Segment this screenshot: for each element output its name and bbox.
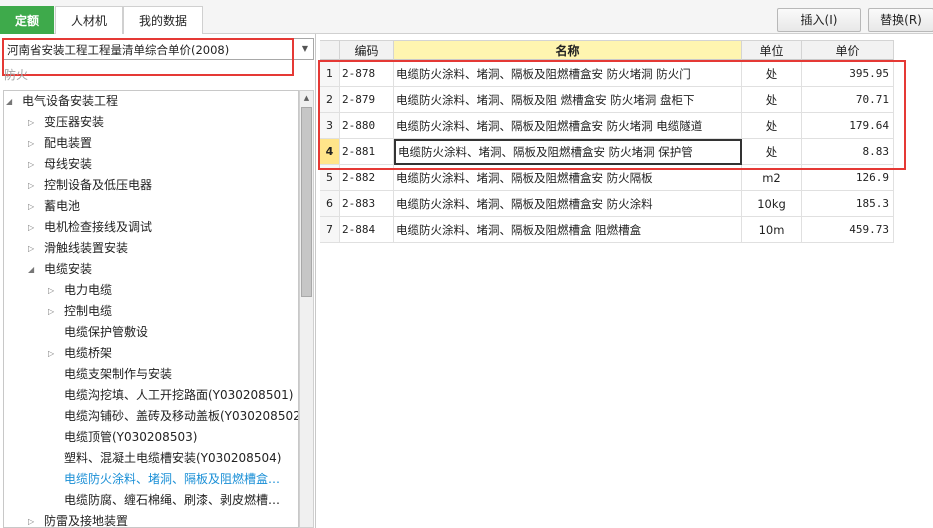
cell-code[interactable]: 2-882 — [340, 165, 394, 191]
table-row[interactable]: 1 2-878 电缆防火涂料、堵洞、隔板及阻燃槽盒安 防火堵洞 防火门处 395.95 — [320, 61, 894, 87]
header-code[interactable]: 编码 — [340, 40, 394, 60]
tree-node-label: 滑触线装置安装 — [44, 241, 129, 255]
cell-num[interactable]: 7 — [320, 217, 340, 243]
cell-code[interactable]: 2-881 — [340, 139, 394, 165]
cell-unit[interactable]: 处 — [742, 87, 802, 113]
library-select-value: 河南省安装工程工程量清单综合单价(2008) — [7, 43, 230, 57]
scroll-thumb[interactable] — [301, 107, 312, 297]
tree-node-label: 变压器安装 — [44, 115, 105, 129]
table-row[interactable]: 3 2-880 电缆防火涂料、堵洞、隔板及阻燃槽盒安 防火堵洞 电缆隧道处 179.6… — [320, 113, 894, 139]
caret-collapsed-icon[interactable]: ▷ — [28, 217, 40, 238]
cell-code[interactable]: 2-878 — [340, 61, 394, 87]
header-name[interactable]: 名称 — [394, 40, 742, 60]
tree-node-label: 电缆支架制作与安装 — [64, 367, 173, 381]
caret-expanded-icon[interactable]: ◢ — [6, 91, 18, 112]
caret-collapsed-icon[interactable]: ▷ — [28, 112, 40, 133]
tree-node-label: 母线安装 — [44, 157, 93, 171]
table-row[interactable]: 6 2-883 电缆防火涂料、堵洞、隔板及阻燃槽盒安 防火涂料 10kg 185.3 — [320, 191, 894, 217]
tree-node-label: 电缆桥架 — [64, 346, 113, 360]
cell-num[interactable]: 4 — [320, 139, 340, 165]
tree-node-label: 电缆防火涂料、堵洞、隔板及阻燃槽盒… — [64, 472, 281, 486]
cell-unit[interactable]: 处 — [742, 139, 802, 165]
table-row[interactable]: 2 2-879 电缆防火涂料、堵洞、隔板及阻 燃槽盒安 防火堵洞 盘柜下处 70.71 — [320, 87, 894, 113]
cell-price[interactable]: 70.71 — [802, 87, 894, 113]
cell-name[interactable]: 电缆防火涂料、堵洞、隔板及阻燃槽盒安 防火涂料 — [394, 191, 742, 217]
cell-unit[interactable]: 10kg — [742, 191, 802, 217]
tree-node-label: 电缆安装 — [44, 262, 93, 276]
table-row[interactable]: 5 2-882 电缆防火涂料、堵洞、隔板及阻燃槽盒安 防火隔板 m2 126.9 — [320, 165, 894, 191]
cell-name[interactable]: 电缆防火涂料、堵洞、隔板及阻燃槽盒安 防火堵洞 保护管 — [394, 139, 742, 165]
cell-unit[interactable]: 处 — [742, 113, 802, 139]
cell-num[interactable]: 1 — [320, 61, 340, 87]
tree-node-label: 控制设备及低压电器 — [44, 178, 153, 192]
tree-node-label: 电力电缆 — [64, 283, 113, 297]
scroll-up-icon[interactable]: ▲ — [300, 91, 313, 106]
caret-collapsed-icon[interactable]: ▷ — [28, 511, 40, 527]
tree-node-label: 电缆沟铺砂、盖砖及移动盖板(Y030208502) — [64, 409, 299, 423]
tab-labor-material-machine[interactable]: 人材机 — [55, 6, 123, 34]
header-unit[interactable]: 单位 — [742, 40, 802, 60]
tree-node-label: 电缆防腐、缠石棉绳、刷漆、剥皮燃槽… — [64, 493, 281, 507]
cell-price[interactable]: 126.9 — [802, 165, 894, 191]
cell-unit[interactable]: m2 — [742, 165, 802, 191]
caret-collapsed-icon[interactable]: ▷ — [28, 154, 40, 175]
cell-unit[interactable]: 处 — [742, 61, 802, 87]
caret-collapsed-icon[interactable]: ▷ — [48, 280, 60, 301]
cell-num[interactable]: 5 — [320, 165, 340, 191]
cell-price[interactable]: 179.64 — [802, 113, 894, 139]
chapter-tree[interactable]: ◢ 电气设备安装工程 ▷ 变压器安装 ▷ 配电装置 ▷ 母线安装 ▷ 控制设备及低压电器 ▷ 蓄电池 ▷… — [3, 90, 299, 528]
cell-code[interactable]: 2-883 — [340, 191, 394, 217]
tree-node-label: 防雷及接地装置 — [44, 514, 129, 528]
tree-node-label: 电机检查接线及调试 — [44, 220, 153, 234]
cell-num[interactable]: 2 — [320, 87, 340, 113]
left-panel: 河南省安装工程工程量清单综合单价(2008) ▼ 防火 ◢ 电气设备安装工程 ▷ 变压… — [0, 34, 316, 528]
cell-price[interactable]: 395.95 — [802, 61, 894, 87]
quota-table-panel: 编码 名称 单位 单价 1 2-878 电缆防火涂料、堵洞、隔板及阻燃槽盒安 防火堵… — [318, 34, 933, 528]
cell-price[interactable]: 185.3 — [802, 191, 894, 217]
cell-name[interactable]: 电缆防火涂料、堵洞、隔板及阻燃槽盒安 防火隔板 — [394, 165, 742, 191]
cell-name[interactable]: 电缆防火涂料、堵洞、隔板及阻燃槽盒 阻燃槽盒 — [394, 217, 742, 243]
tree-node-label: 电缆沟挖填、人工开挖路面(Y030208501) — [64, 388, 294, 402]
caret-expanded-icon[interactable]: ◢ — [28, 259, 40, 280]
cell-unit[interactable]: 10m — [742, 217, 802, 243]
cell-name[interactable]: 电缆防火涂料、堵洞、隔板及阻燃槽盒安 防火堵洞 防火门 — [394, 61, 742, 87]
tab-my-data[interactable]: 我的数据 — [123, 6, 203, 34]
caret-collapsed-icon[interactable]: ▷ — [28, 238, 40, 259]
tree-node-label: 蓄电池 — [44, 199, 81, 213]
tree-node-label: 塑料、混凝土电缆槽安装(Y030208504) — [64, 451, 282, 465]
cell-name[interactable]: 电缆防火涂料、堵洞、隔板及阻 燃槽盒安 防火堵洞 盘柜下 — [394, 87, 742, 113]
tree-node-label: 电气设备安装工程 — [22, 94, 119, 108]
top-tab-bar: 定额 人材机 我的数据 插入(I) 替换(R) — [0, 0, 933, 34]
library-select[interactable]: 河南省安装工程工程量清单综合单价(2008) ▼ — [3, 38, 314, 60]
caret-collapsed-icon[interactable]: ▷ — [28, 133, 40, 154]
cell-price[interactable]: 8.83 — [802, 139, 894, 165]
tree-node-label: 配电装置 — [44, 136, 93, 150]
replace-button[interactable]: 替换(R) — [868, 8, 933, 32]
tab-quota[interactable]: 定额 — [0, 6, 54, 34]
caret-collapsed-icon[interactable]: ▷ — [28, 175, 40, 196]
tree-node-label: 控制电缆 — [64, 304, 113, 318]
cell-name[interactable]: 电缆防火涂料、堵洞、隔板及阻燃槽盒安 防火堵洞 电缆隧道 — [394, 113, 742, 139]
cell-code[interactable]: 2-884 — [340, 217, 394, 243]
tree-node-label: 电缆保护管敷设 — [64, 325, 149, 339]
table-row[interactable]: 4 2-881 电缆防火涂料、堵洞、隔板及阻燃槽盒安 防火堵洞 保护管处 8.83 — [320, 139, 894, 165]
caret-collapsed-icon[interactable]: ▷ — [48, 301, 60, 322]
cell-num[interactable]: 6 — [320, 191, 340, 217]
cell-code[interactable]: 2-880 — [340, 113, 394, 139]
cell-price[interactable]: 459.73 — [802, 217, 894, 243]
chevron-down-icon[interactable]: ▼ — [297, 39, 313, 59]
search-input[interactable]: 防火 — [4, 66, 28, 83]
caret-collapsed-icon[interactable]: ▷ — [48, 343, 60, 364]
insert-button[interactable]: 插入(I) — [777, 8, 861, 32]
cell-code[interactable]: 2-879 — [340, 87, 394, 113]
header-price[interactable]: 单价 — [802, 40, 894, 60]
caret-collapsed-icon[interactable]: ▷ — [28, 196, 40, 217]
tree-node-label: 电缆顶管(Y030208503) — [64, 430, 198, 444]
tree-scrollbar[interactable]: ▲ — [299, 90, 314, 528]
table-row[interactable]: 7 2-884 电缆防火涂料、堵洞、隔板及阻燃槽盒 阻燃槽盒 10m 459.73 — [320, 217, 894, 243]
header-row-number — [320, 40, 340, 60]
cell-num[interactable]: 3 — [320, 113, 340, 139]
